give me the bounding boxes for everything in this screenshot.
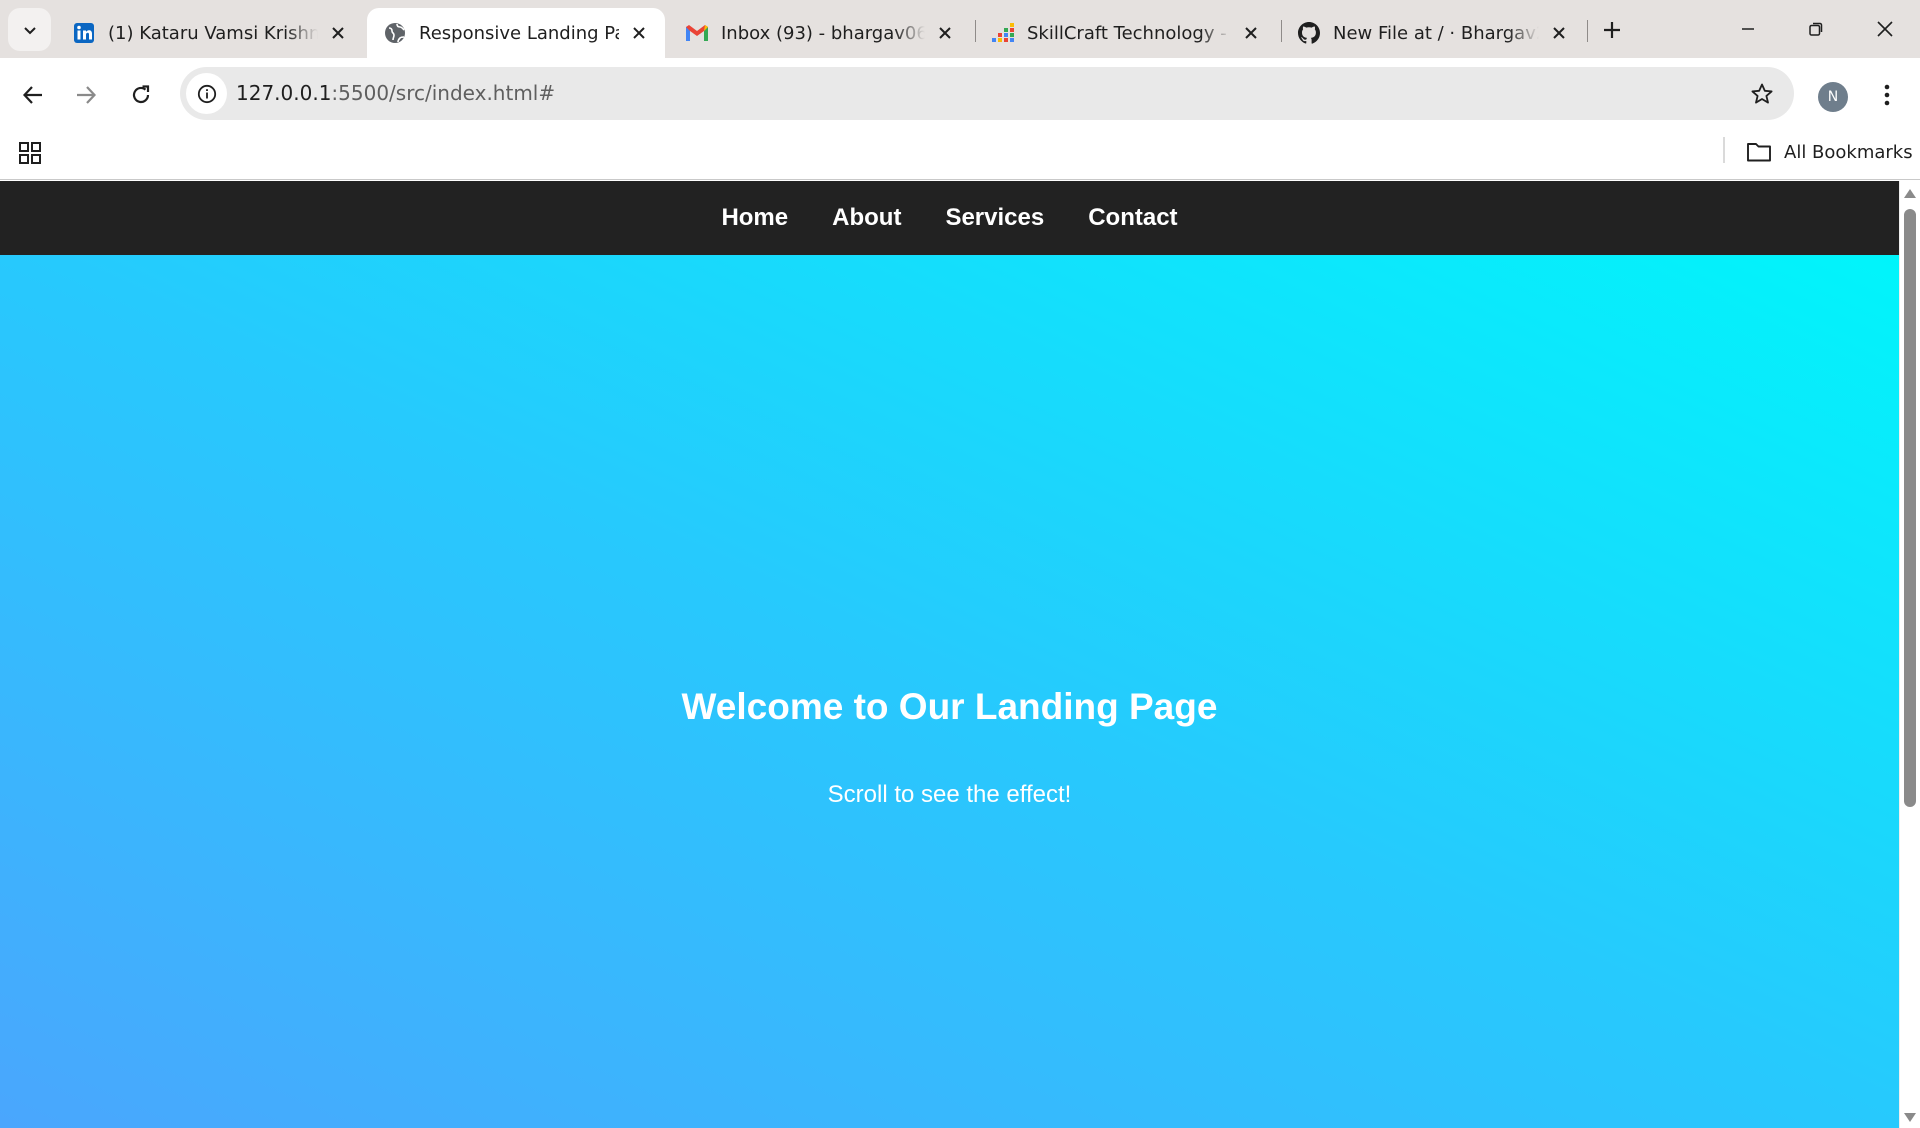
tab-responsive-landing-page[interactable]: Responsive Landing Page: [367, 8, 665, 58]
more-vertical-icon: [1884, 84, 1890, 106]
vertical-scrollbar[interactable]: [1899, 181, 1920, 1128]
back-button[interactable]: [12, 74, 54, 116]
restore-button[interactable]: [1784, 4, 1848, 54]
github-icon: [1297, 21, 1321, 45]
plus-icon: [1604, 22, 1620, 38]
url-host: 127.0.0.1: [236, 81, 332, 105]
hero-title: Welcome to Our Landing Page: [681, 686, 1218, 727]
tab-strip: (1) Kataru Vamsi Krishna | LinkedIn Resp…: [0, 0, 1920, 58]
profile-avatar[interactable]: N: [1818, 82, 1848, 112]
all-bookmarks-label: All Bookmarks: [1784, 141, 1913, 163]
reload-button[interactable]: [120, 74, 162, 116]
reload-icon: [132, 85, 150, 104]
apps-button[interactable]: [16, 138, 44, 168]
nav-link-about[interactable]: About: [832, 204, 901, 232]
address-bar[interactable]: 127.0.0.1:5500/src/index.html#: [180, 67, 1794, 120]
url-text[interactable]: 127.0.0.1:5500/src/index.html#: [236, 67, 555, 120]
scroll-up-arrow[interactable]: [1904, 189, 1916, 198]
tab-title: Inbox (93) - bhargav0626: [721, 22, 925, 44]
bookmarks-separator: [1723, 137, 1725, 163]
nav-link-services[interactable]: Services: [945, 204, 1044, 232]
menu-button[interactable]: [1866, 74, 1908, 116]
apps-grid-icon: [19, 142, 41, 164]
nav-link-contact[interactable]: Contact: [1088, 204, 1177, 232]
new-tab-button[interactable]: [1596, 14, 1628, 46]
restore-icon: [1809, 22, 1823, 36]
close-icon[interactable]: [1239, 21, 1263, 45]
nav-link-home[interactable]: Home: [721, 204, 788, 232]
tab-search-button[interactable]: [8, 8, 51, 51]
tab-linkedin[interactable]: (1) Kataru Vamsi Krishna | LinkedIn: [56, 8, 364, 58]
arrow-right-icon: [77, 86, 97, 104]
linkedin-icon: [72, 21, 96, 45]
bookmarks-bar: All Bookmarks: [0, 132, 1920, 180]
forward-button[interactable]: [65, 74, 107, 116]
site-navbar: Home About Services Contact: [0, 181, 1899, 255]
site-info-button[interactable]: [186, 73, 227, 114]
tab-title: New File at / · Bhargav22: [1333, 22, 1539, 44]
all-bookmarks-button[interactable]: All Bookmarks: [1746, 136, 1913, 168]
chevron-down-icon: [23, 26, 36, 34]
close-icon[interactable]: [933, 21, 957, 45]
tab-title: (1) Kataru Vamsi Krishna | LinkedIn: [108, 22, 318, 44]
skillcraft-icon: [991, 21, 1015, 45]
tab-separator: [1587, 20, 1588, 42]
folder-icon: [1747, 143, 1771, 162]
tab-skillcraft[interactable]: SkillCraft Technology - Task: [975, 8, 1277, 58]
info-icon: [197, 84, 216, 103]
close-window-button[interactable]: [1853, 4, 1917, 54]
close-icon[interactable]: [326, 21, 350, 45]
page-viewport: Home About Services Contact Welcome to O…: [0, 181, 1899, 1128]
scroll-down-arrow[interactable]: [1904, 1113, 1916, 1122]
bookmark-star-button[interactable]: [1741, 73, 1782, 114]
star-icon: [1751, 83, 1772, 103]
tab-gmail-inbox[interactable]: Inbox (93) - bhargav0626: [669, 8, 971, 58]
hero-subtitle: Scroll to see the effect!: [827, 781, 1072, 808]
tab-title: Responsive Landing Page: [419, 22, 619, 44]
scrollbar-thumb[interactable]: [1904, 209, 1916, 807]
tab-github-new-file[interactable]: New File at / · Bhargav22: [1281, 8, 1585, 58]
tab-title: SkillCraft Technology - Task: [1027, 22, 1231, 44]
close-icon[interactable]: [627, 21, 651, 45]
minimize-icon: [1742, 28, 1754, 30]
close-icon[interactable]: [1547, 21, 1571, 45]
browser-toolbar: 127.0.0.1:5500/src/index.html# N: [0, 58, 1920, 132]
url-path: :5500/src/index.html#: [331, 81, 556, 105]
globe-icon: [383, 21, 407, 45]
close-icon: [1877, 21, 1893, 37]
arrow-left-icon: [22, 86, 42, 104]
gmail-icon: [685, 21, 709, 45]
hero-section: Welcome to Our Landing Page Scroll to se…: [0, 255, 1899, 1128]
minimize-button[interactable]: [1716, 4, 1780, 54]
